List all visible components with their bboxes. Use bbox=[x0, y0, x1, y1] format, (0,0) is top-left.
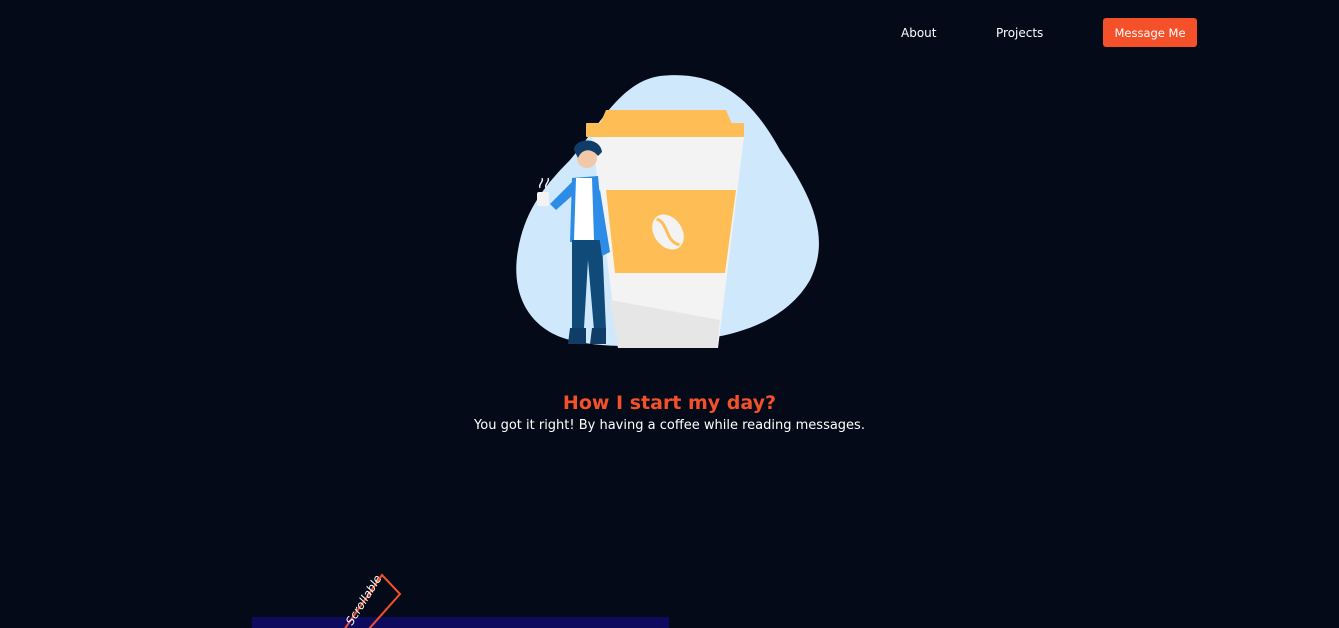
cup-lid-rim bbox=[586, 123, 744, 137]
coffee-illustration bbox=[516, 75, 819, 348]
hero-subline: You got it right! By having a coffee whi… bbox=[474, 418, 865, 433]
nav-link-projects[interactable]: Projects bbox=[996, 26, 1043, 40]
scrollable-panel[interactable] bbox=[252, 617, 669, 628]
hero-headline: How I start my day? bbox=[562, 392, 777, 414]
page: About Projects Message Me How I start my… bbox=[0, 0, 1339, 628]
message-me-button[interactable]: Message Me bbox=[1103, 18, 1197, 47]
cup-lid-top bbox=[600, 110, 732, 124]
nav-link-about[interactable]: About bbox=[901, 26, 936, 40]
scrollable-tag: Scrollable bbox=[343, 572, 402, 628]
